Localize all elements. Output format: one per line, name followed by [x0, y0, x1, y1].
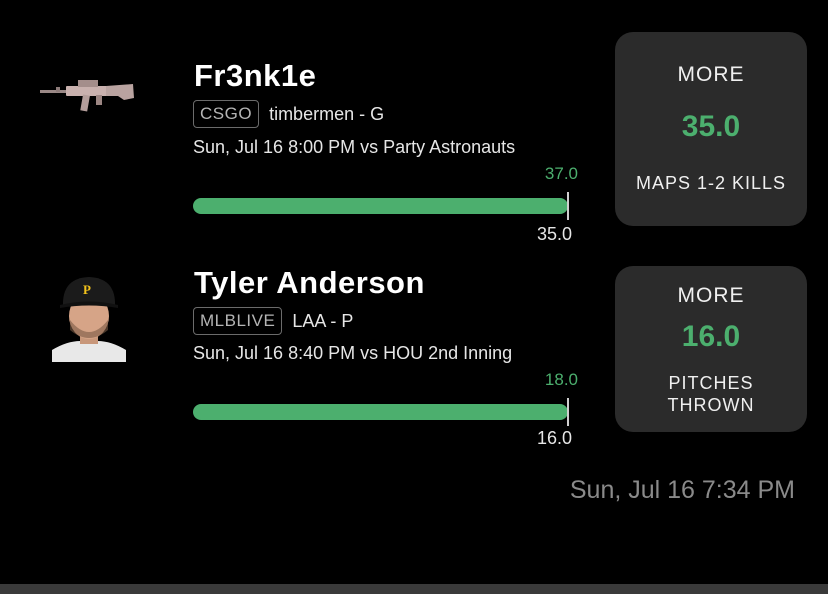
player-meta: CSGO timbermen - G — [193, 100, 384, 128]
stat-label: PITCHES THROWN — [615, 372, 807, 416]
direction-label: MORE — [677, 63, 745, 86]
game-info: Sun, Jul 16 8:40 PM vs HOU 2nd Inning — [193, 343, 513, 363]
stat-label: MAPS 1-2 KILLS — [635, 173, 787, 193]
projection-value: 18.0 — [544, 370, 578, 389]
progress-bar — [193, 404, 568, 420]
progress-fill — [193, 404, 568, 420]
svg-text:P: P — [83, 282, 91, 297]
game-info: Sun, Jul 16 8:00 PM vs Party Astronauts — [193, 137, 516, 157]
bottom-bar — [0, 584, 828, 594]
card-line-value: 16.0 — [681, 320, 741, 353]
stat-label-line1: PITCHES — [668, 373, 754, 393]
line-marker — [567, 192, 569, 220]
line-marker — [567, 398, 569, 426]
league-badge: CSGO — [193, 100, 260, 128]
player-name: Tyler Anderson — [194, 265, 425, 300]
line-value: 16.0 — [537, 428, 573, 448]
player-meta: MLBLIVE LAA - P — [193, 307, 353, 335]
player-headshot: P — [52, 272, 126, 362]
line-value: 35.0 — [537, 224, 573, 244]
card-line-value: 35.0 — [681, 110, 741, 143]
team-position: timbermen - G — [269, 103, 385, 124]
stat-label-line2: THROWN — [667, 395, 755, 415]
team-position: LAA - P — [292, 310, 354, 331]
more-less-card[interactable]: MORE 35.0 MAPS 1-2 KILLS — [615, 32, 807, 226]
league-badge: MLBLIVE — [193, 307, 283, 335]
player-name: Fr3nk1e — [194, 58, 317, 93]
progress-bar — [193, 198, 568, 214]
timestamp: Sun, Jul 16 7:34 PM — [569, 476, 795, 504]
projection-value: 37.0 — [544, 164, 578, 183]
progress-fill — [193, 198, 568, 214]
more-less-card[interactable]: MORE 16.0 PITCHES THROWN — [615, 266, 807, 432]
direction-label: MORE — [677, 284, 745, 307]
rifle-icon — [38, 40, 138, 130]
